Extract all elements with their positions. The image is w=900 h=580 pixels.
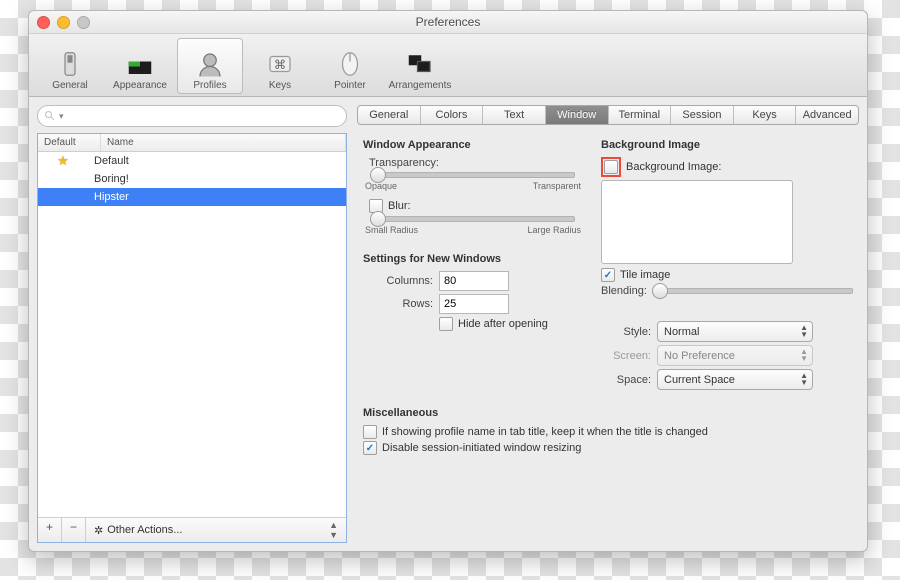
toolbar-appearance[interactable]: Appearance: [107, 38, 173, 94]
keep-title-checkbox[interactable]: [363, 425, 377, 439]
tab-colors[interactable]: Colors: [421, 106, 484, 124]
arrangements-icon: [405, 49, 435, 79]
appearance-icon: [125, 49, 155, 79]
tab-advanced[interactable]: Advanced: [796, 106, 858, 124]
hide-after-opening-checkbox[interactable]: [439, 317, 453, 331]
gear-icon: ✲: [94, 524, 103, 537]
minimize-icon[interactable]: [57, 16, 70, 29]
new-windows-heading: Settings for New Windows: [363, 253, 583, 265]
misc-heading: Miscellaneous: [363, 407, 853, 419]
table-row[interactable]: Boring!: [38, 170, 346, 188]
screen-select: No Preference▲▼: [657, 345, 813, 366]
profiles-icon: [195, 49, 225, 79]
tab-session[interactable]: Session: [671, 106, 734, 124]
toolbar-keys[interactable]: ⌘ Keys: [247, 38, 313, 94]
chevron-down-icon: ▲▼: [329, 520, 338, 540]
blur-slider[interactable]: [371, 216, 575, 222]
background-image-checkbox[interactable]: [604, 160, 618, 174]
table-row[interactable]: ★ Default: [38, 152, 346, 170]
search-input[interactable]: ▾: [37, 105, 347, 127]
style-select[interactable]: Normal▲▼: [657, 321, 813, 342]
pointer-icon: [335, 49, 365, 79]
svg-text:⌘: ⌘: [274, 58, 287, 72]
space-select[interactable]: Current Space▲▼: [657, 369, 813, 390]
tile-image-checkbox[interactable]: [601, 268, 615, 282]
transparency-slider[interactable]: [371, 172, 575, 178]
window-appearance-heading: Window Appearance: [363, 139, 583, 151]
toolbar-pointer[interactable]: Pointer: [317, 38, 383, 94]
other-actions-menu[interactable]: ✲ Other Actions... ▲▼: [86, 518, 346, 542]
preferences-window: Preferences General Appearance Profiles …: [28, 10, 868, 552]
table-header: Default Name: [38, 134, 346, 152]
tab-window[interactable]: Window: [546, 106, 609, 124]
rows-input[interactable]: [439, 294, 509, 314]
keys-icon: ⌘: [265, 49, 295, 79]
star-icon: ★: [57, 153, 69, 168]
toolbar: General Appearance Profiles ⌘ Keys Point…: [29, 34, 867, 97]
background-image-well[interactable]: [601, 180, 793, 264]
remove-button[interactable]: −: [62, 518, 86, 542]
close-icon[interactable]: [37, 16, 50, 29]
profiles-table: Default Name ★ Default Boring! Hipster: [37, 133, 347, 543]
toolbar-arrangements[interactable]: Arrangements: [387, 38, 453, 94]
disable-resize-checkbox[interactable]: [363, 441, 377, 455]
tab-keys[interactable]: Keys: [734, 106, 797, 124]
tab-general[interactable]: General: [358, 106, 421, 124]
search-icon: [44, 110, 56, 122]
toolbar-general[interactable]: General: [37, 38, 103, 94]
columns-input[interactable]: [439, 271, 509, 291]
table-row[interactable]: Hipster: [38, 188, 346, 206]
window-title: Preferences: [416, 15, 481, 29]
add-button[interactable]: +: [38, 518, 62, 542]
general-icon: [55, 49, 85, 79]
tab-text[interactable]: Text: [483, 106, 546, 124]
blending-slider[interactable]: [653, 288, 853, 294]
toolbar-profiles[interactable]: Profiles: [177, 38, 243, 94]
blur-label: Blur:: [388, 200, 411, 212]
titlebar: Preferences: [29, 11, 867, 34]
tab-bar: General Colors Text Window Terminal Sess…: [357, 105, 859, 125]
zoom-icon[interactable]: [77, 16, 90, 29]
background-image-heading: Background Image: [601, 139, 853, 151]
tab-terminal[interactable]: Terminal: [609, 106, 672, 124]
